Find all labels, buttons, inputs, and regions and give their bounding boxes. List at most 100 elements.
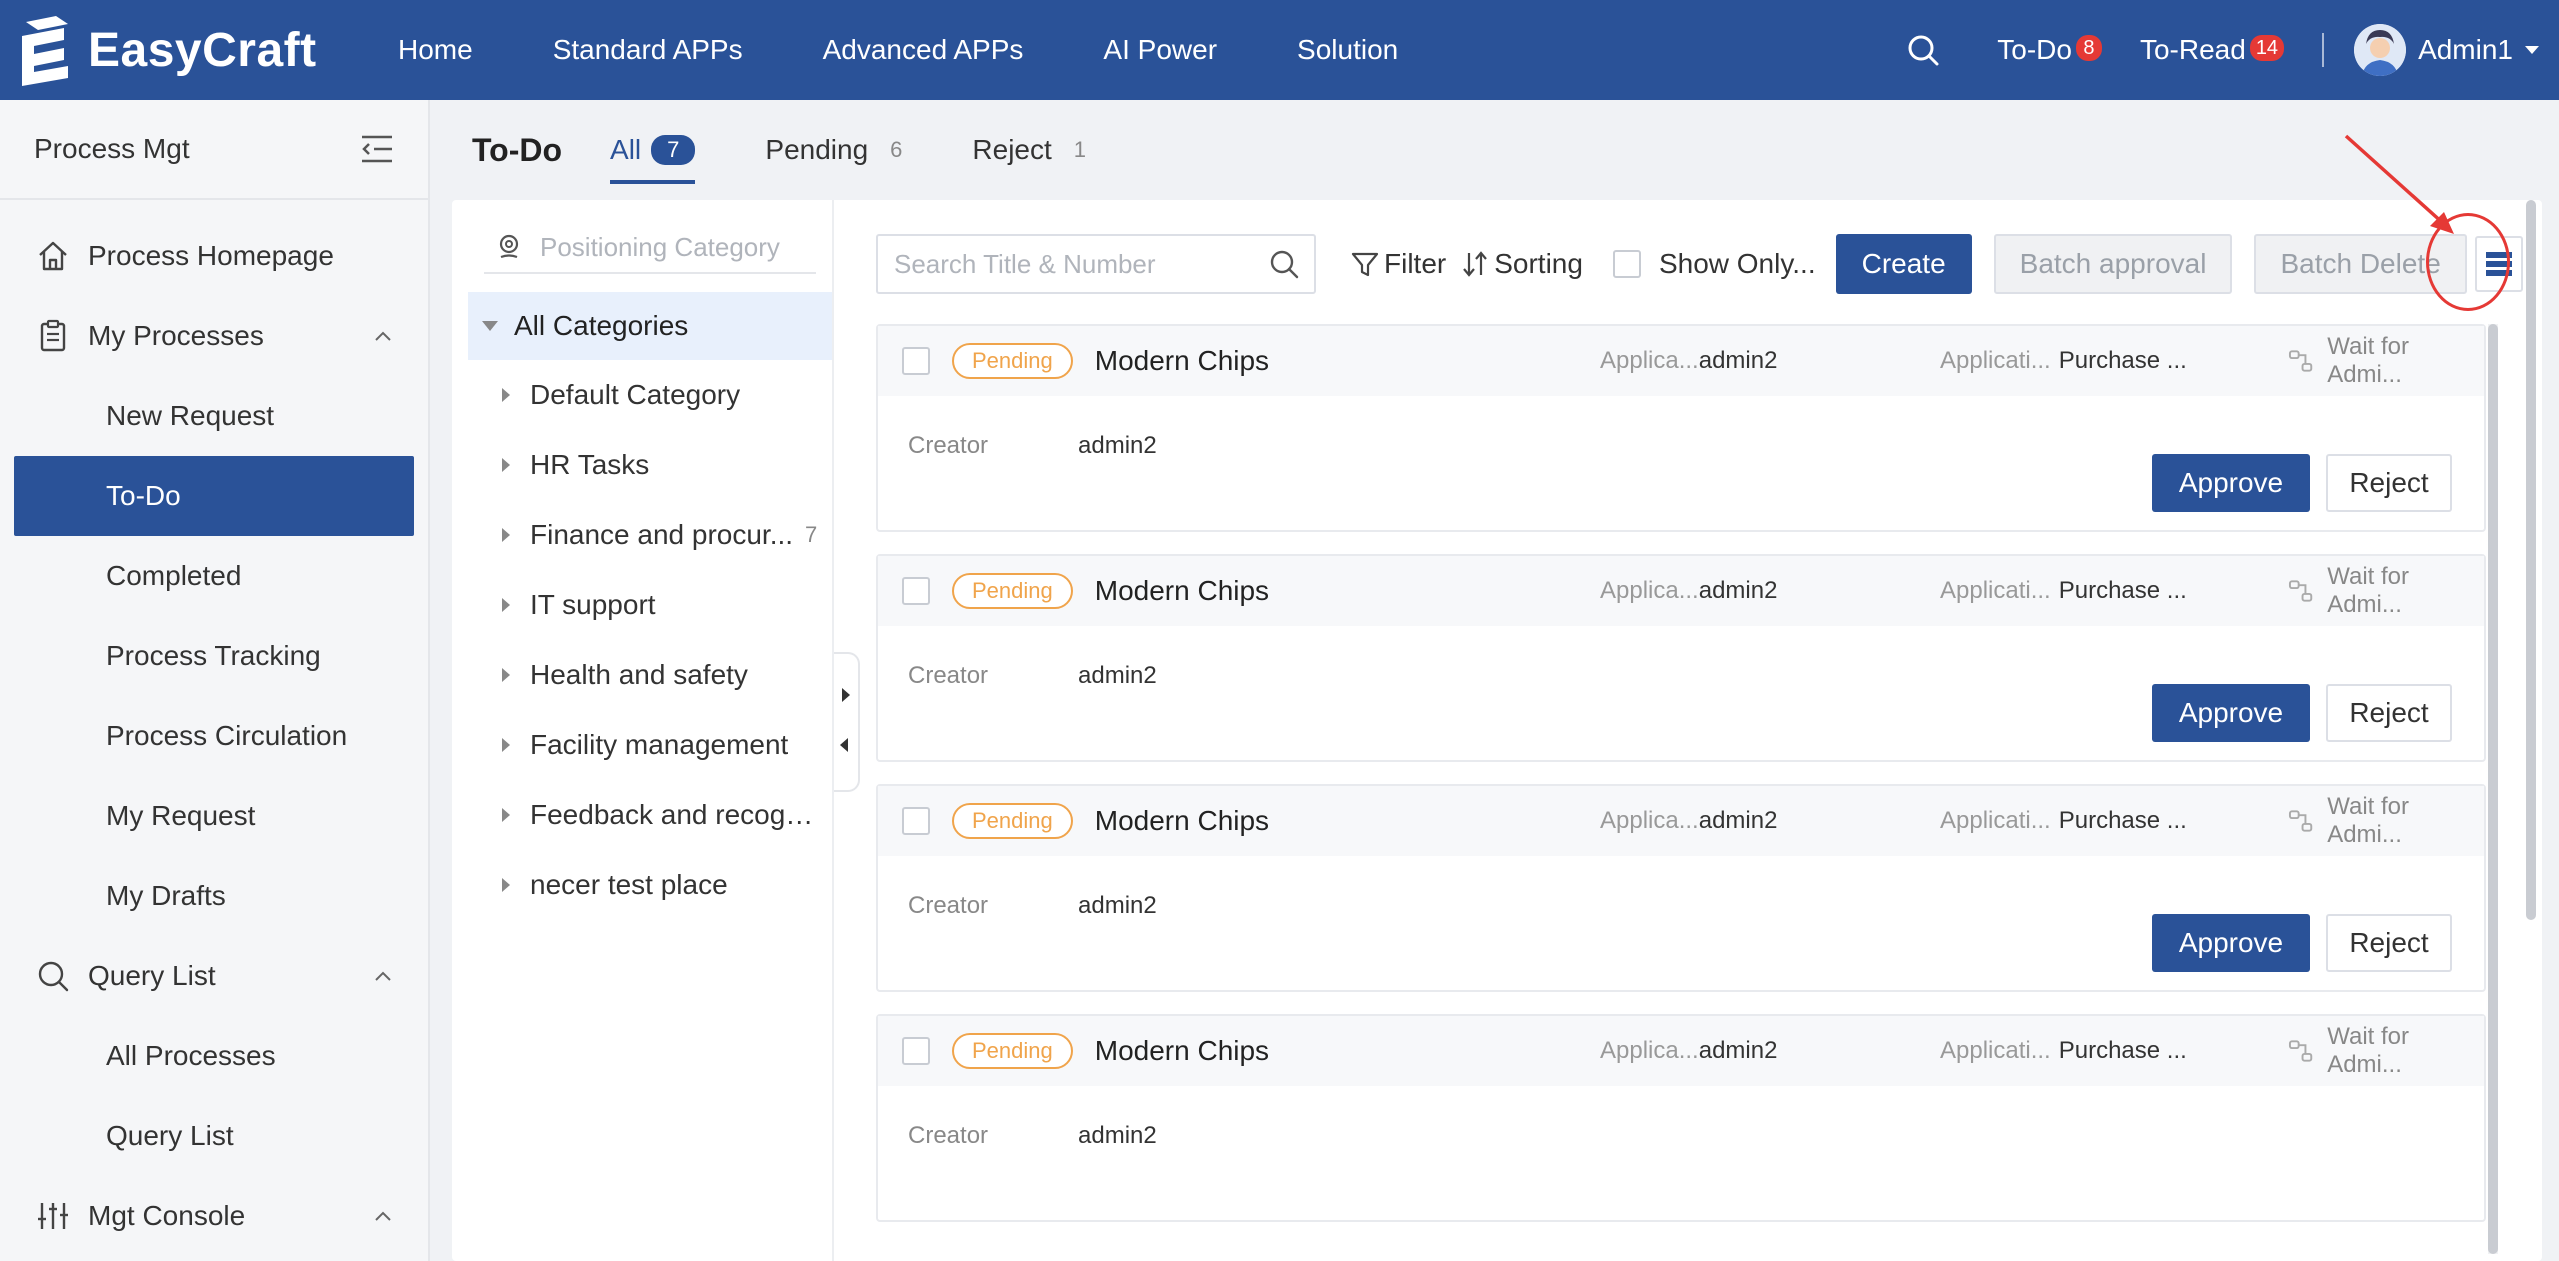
show-only-checkbox[interactable]: [1612, 250, 1641, 278]
task-list-scrollbar[interactable]: [2488, 324, 2498, 1254]
approve-button[interactable]: Approve: [2152, 684, 2310, 742]
task-title[interactable]: Modern Chips: [1095, 805, 1269, 837]
category-item[interactable]: HR Tasks: [452, 430, 832, 500]
category-panel: Positioning Category All Categories Defa…: [452, 200, 834, 1261]
batch-approval-button[interactable]: Batch approval: [1993, 234, 2233, 294]
search-icon[interactable]: [1905, 32, 1941, 68]
reject-button[interactable]: Reject: [2326, 454, 2452, 512]
page-scrollbar[interactable]: [2526, 200, 2536, 920]
category-item[interactable]: Finance and procur... 7: [452, 500, 832, 570]
creator-value: admin2: [1078, 1122, 1157, 1149]
sidebar-item-my-drafts[interactable]: My Drafts: [0, 856, 428, 936]
caret-right-icon[interactable]: [502, 808, 510, 822]
tab-count: 1: [1073, 137, 1087, 162]
sidebar-group-my-processes[interactable]: My Processes: [0, 296, 428, 376]
scrollbar-thumb[interactable]: [2488, 324, 2498, 1254]
category-all[interactable]: All Categories: [468, 292, 832, 360]
task-title[interactable]: Modern Chips: [1095, 1035, 1269, 1067]
caret-right-icon[interactable]: [502, 668, 510, 682]
application-label: Applicati...: [1940, 807, 2051, 834]
caret-right-icon[interactable]: [502, 458, 510, 472]
location-pin-icon: [499, 234, 519, 259]
caret-down-icon[interactable]: [482, 321, 498, 331]
sidebar-item-my-request[interactable]: My Request: [0, 776, 428, 856]
tab-all[interactable]: All 7: [610, 100, 696, 200]
nav-home[interactable]: Home: [398, 34, 473, 66]
category-item[interactable]: IT support: [452, 570, 832, 640]
sidebar-group-mgt-console[interactable]: Mgt Console: [0, 1176, 428, 1256]
task-card[interactable]: Pending Modern Chips Applica... admin2 A…: [876, 784, 2486, 992]
application-label: Applicati...: [1940, 1037, 2051, 1064]
caret-right-icon[interactable]: [502, 738, 510, 752]
sidebar-item-process-homepage[interactable]: Process Homepage: [0, 216, 428, 296]
task-card[interactable]: Pending Modern Chips Applica... admin2 A…: [876, 554, 2486, 762]
collapse-arrow-icon[interactable]: [840, 738, 848, 752]
show-only-toggle[interactable]: Show Only...: [1612, 248, 1816, 280]
task-card-body: Creator admin2: [878, 1086, 2484, 1222]
category-label: Default Category: [530, 379, 741, 410]
task-title[interactable]: Modern Chips: [1095, 575, 1269, 607]
nav-solution[interactable]: Solution: [1297, 34, 1398, 66]
sidebar-item-query-list[interactable]: Query List: [0, 1096, 428, 1176]
tab-pending[interactable]: Pending 6: [765, 100, 902, 200]
create-button[interactable]: Create: [1835, 234, 1972, 294]
current-node-field: Wait for Admi...: [2288, 556, 2484, 626]
nav-ai-power[interactable]: AI Power: [1103, 34, 1217, 66]
caret-right-icon[interactable]: [502, 878, 510, 892]
sorting-button[interactable]: Sorting: [1460, 248, 1583, 280]
panel-toggle-handle[interactable]: [834, 652, 860, 792]
caret-right-icon[interactable]: [502, 388, 510, 402]
search-placeholder: Search Title & Number: [894, 248, 1156, 279]
user-name[interactable]: Admin1: [2418, 34, 2513, 66]
application-field: Applicati... Purchase ...: [1940, 556, 2187, 626]
sidebar-item-process-circulation[interactable]: Process Circulation: [0, 696, 428, 776]
expand-arrow-icon[interactable]: [842, 688, 850, 702]
approve-button[interactable]: Approve: [2152, 914, 2310, 972]
sidebar-item-process-tracking[interactable]: Process Tracking: [0, 616, 428, 696]
category-item[interactable]: Default Category: [452, 360, 832, 430]
task-card[interactable]: Pending Modern Chips Applica... admin2 A…: [876, 1014, 2486, 1222]
category-search-input[interactable]: Positioning Category: [484, 222, 816, 274]
toread-link[interactable]: To-Read 14: [2140, 34, 2285, 66]
sidebar-item-all-processes[interactable]: All Processes: [0, 1016, 428, 1096]
sidebar-item-to-do[interactable]: To-Do: [14, 456, 414, 536]
search-icon: [38, 961, 69, 992]
sidebar-item-new-request[interactable]: New Request: [0, 376, 428, 456]
category-item[interactable]: Health and safety: [452, 640, 832, 710]
annotation-circle: [2426, 213, 2510, 311]
nav-standard-apps[interactable]: Standard APPs: [553, 34, 743, 66]
task-card[interactable]: Pending Modern Chips Applica... admin2 A…: [876, 324, 2486, 532]
task-title[interactable]: Modern Chips: [1095, 345, 1269, 377]
category-label: All Categories: [514, 310, 689, 341]
nav-advanced-apps[interactable]: Advanced APPs: [823, 34, 1024, 66]
avatar[interactable]: [2354, 24, 2407, 76]
collapse-menu-icon[interactable]: [360, 134, 394, 164]
reject-button[interactable]: Reject: [2326, 914, 2452, 972]
filter-button[interactable]: Filter: [1350, 248, 1446, 280]
approve-button[interactable]: Approve: [2152, 454, 2310, 512]
reject-button[interactable]: Reject: [2326, 684, 2452, 742]
task-checkbox[interactable]: [902, 1037, 930, 1065]
sidebar-group-query-list[interactable]: Query List: [0, 936, 428, 1016]
caret-right-icon[interactable]: [502, 528, 510, 542]
category-item[interactable]: Feedback and recogni...: [452, 780, 832, 850]
task-checkbox[interactable]: [902, 577, 930, 605]
search-input[interactable]: Search Title & Number: [876, 234, 1316, 294]
category-item[interactable]: Facility management: [452, 710, 832, 780]
todo-count-badge: 8: [2075, 35, 2102, 61]
caret-right-icon[interactable]: [502, 598, 510, 612]
page-header: To-Do All 7 Pending 6 Reject 1: [432, 100, 2559, 200]
search-icon[interactable]: [1268, 248, 1300, 280]
task-list: Pending Modern Chips Applica... admin2 A…: [876, 324, 2486, 1254]
task-checkbox[interactable]: [902, 807, 930, 835]
logo[interactable]: EasyCraft: [18, 14, 378, 86]
chevron-down-icon[interactable]: [2525, 46, 2539, 54]
category-item[interactable]: necer test place: [452, 850, 832, 920]
tab-reject[interactable]: Reject 1: [972, 100, 1086, 200]
todo-link[interactable]: To-Do 8: [1997, 34, 2102, 66]
sidebar-item-completed[interactable]: Completed: [0, 536, 428, 616]
chevron-up-icon: [375, 1211, 391, 1221]
workflow-node-icon: [2288, 580, 2313, 602]
task-checkbox[interactable]: [902, 347, 930, 375]
current-node-value: Wait for Admi...: [2327, 563, 2409, 618]
